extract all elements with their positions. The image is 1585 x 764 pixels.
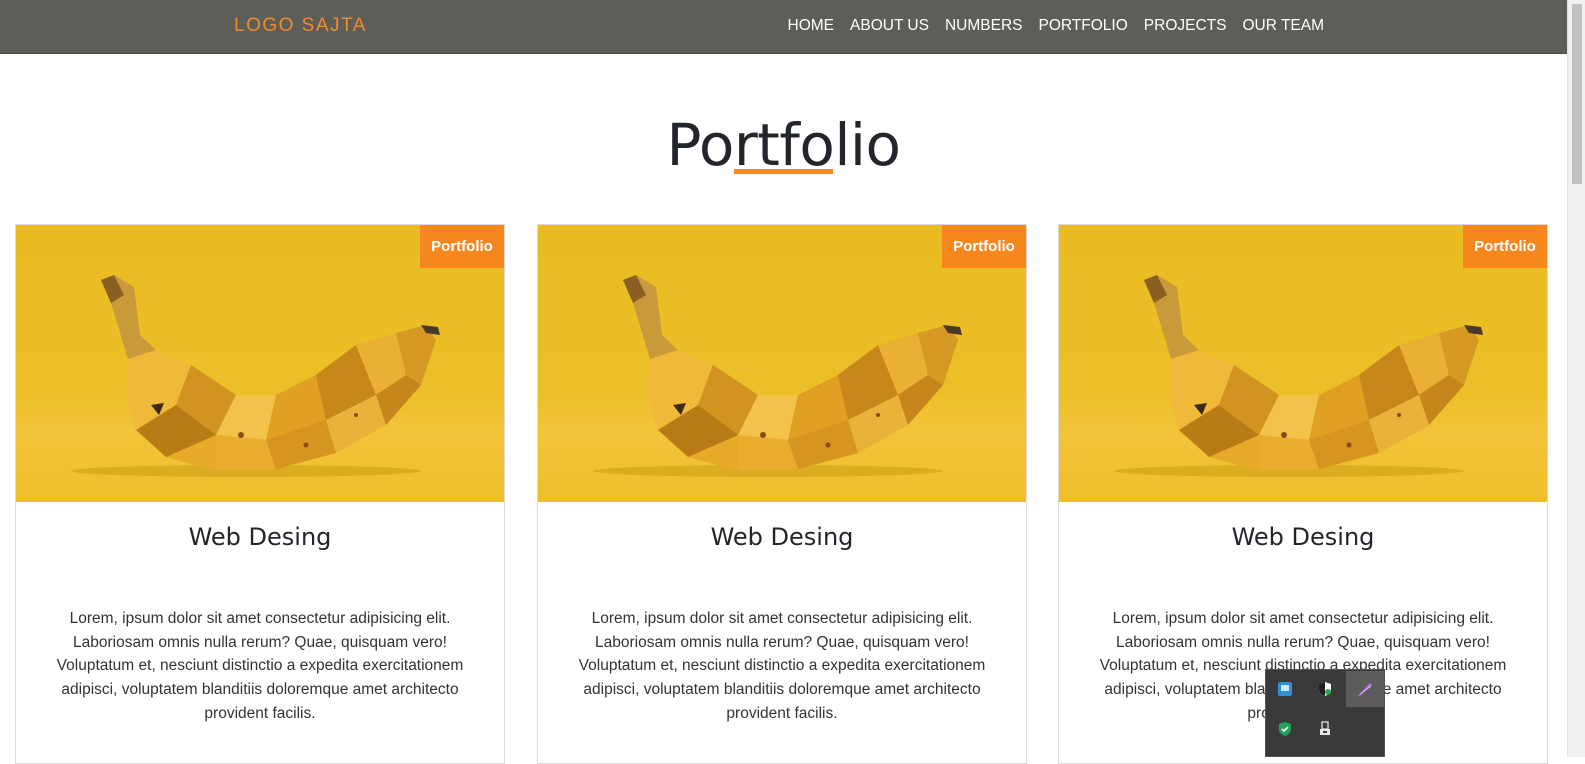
- card-description: Lorem, ipsum dolor sit amet consectetur …: [56, 610, 464, 722]
- site-logo[interactable]: LOGO SAJTA: [234, 15, 367, 37]
- portfolio-card[interactable]: Portfolio Web Desing Lorem, ipsum dolor …: [15, 224, 505, 764]
- card-image: Portfolio: [538, 225, 1026, 502]
- title-underline: [734, 169, 833, 174]
- card-title: Web Desing: [188, 523, 332, 551]
- nav-link-portfolio[interactable]: PORTFOLIO: [1038, 17, 1127, 35]
- pen-icon[interactable]: [1346, 671, 1384, 707]
- navbar: LOGO SAJTA HOME ABOUT US NUMBERS PORTFOL…: [0, 0, 1567, 54]
- card-image: Portfolio: [16, 225, 504, 502]
- portfolio-card[interactable]: Portfolio Web Desing Lorem, ipsum dolor …: [537, 224, 1027, 764]
- nav-link-about-us[interactable]: ABOUT US: [850, 17, 929, 35]
- nav-link-our-team[interactable]: OUR TEAM: [1242, 17, 1324, 35]
- usb-eject-icon[interactable]: [1312, 716, 1338, 742]
- security-shield-icon[interactable]: [1312, 676, 1338, 702]
- card-badge: Portfolio: [420, 225, 504, 268]
- card-description: Lorem, ipsum dolor sit amet consectetur …: [578, 610, 986, 722]
- page-scrollbar[interactable]: [1567, 0, 1585, 757]
- scrollbar-thumb[interactable]: [1572, 4, 1582, 184]
- card-badge: Portfolio: [1463, 225, 1547, 268]
- card-title: Web Desing: [710, 523, 854, 551]
- nav-link-projects[interactable]: PROJECTS: [1144, 17, 1227, 35]
- card-title: Web Desing: [1231, 523, 1375, 551]
- nav-link-home[interactable]: HOME: [788, 17, 835, 35]
- defender-check-icon[interactable]: [1272, 716, 1298, 742]
- card-image: Portfolio: [1059, 225, 1547, 502]
- nav-menu: HOME ABOUT US NUMBERS PORTFOLIO PROJECTS…: [788, 17, 1324, 35]
- system-tray-overflow: [1265, 669, 1385, 757]
- card-badge: Portfolio: [942, 225, 1026, 268]
- network-icon[interactable]: [1272, 676, 1298, 702]
- nav-link-numbers[interactable]: NUMBERS: [945, 17, 1023, 35]
